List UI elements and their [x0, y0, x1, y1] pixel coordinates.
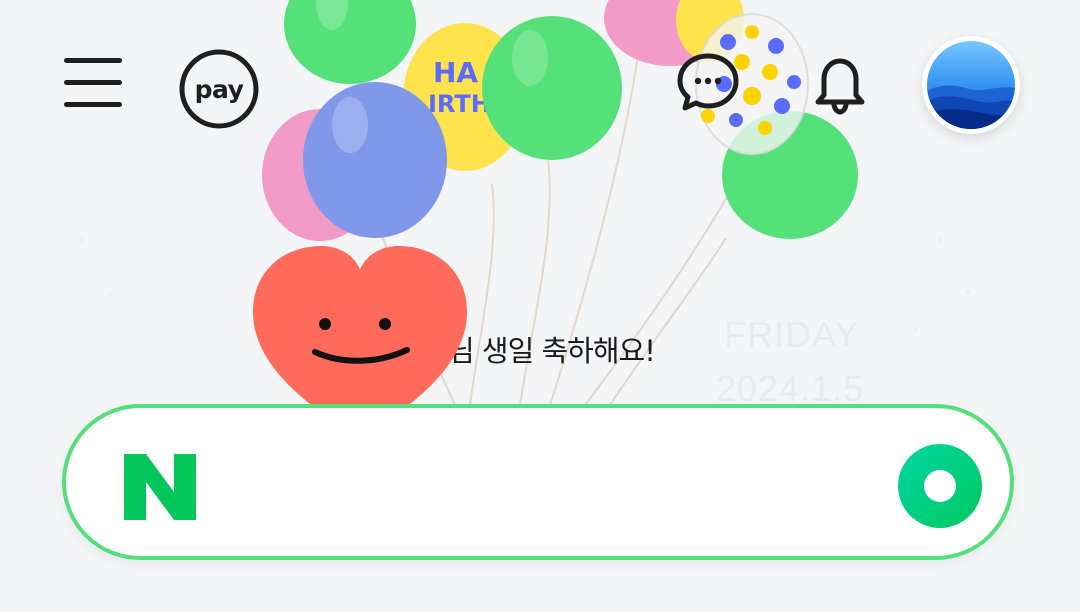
profile-avatar	[927, 41, 1015, 129]
day-name: FRIDAY	[724, 314, 860, 355]
search-input[interactable]	[236, 448, 880, 520]
chat-bubble-icon	[677, 53, 739, 111]
bell-icon	[815, 58, 865, 115]
mountain-avatar-icon	[927, 41, 1015, 129]
chat-button[interactable]	[672, 48, 744, 120]
pay-button[interactable]: pay	[178, 48, 260, 130]
search-bar[interactable]	[62, 404, 1014, 560]
naver-n-logo	[124, 454, 196, 520]
main-screen: HA IRTH pay 님 생일 축하해요! FRIDAY 2024.1.5	[0, 0, 1080, 612]
top-bar: pay	[0, 0, 1080, 170]
menu-button[interactable]	[58, 48, 128, 118]
notifications-button[interactable]	[804, 46, 876, 118]
profile-avatar-button[interactable]	[922, 36, 1020, 134]
hamburger-menu-icon	[64, 58, 122, 107]
green-dot-icon[interactable]	[896, 442, 984, 530]
pay-label: pay	[194, 74, 244, 104]
birthday-greeting: 님 생일 축하해요!	[448, 334, 656, 368]
